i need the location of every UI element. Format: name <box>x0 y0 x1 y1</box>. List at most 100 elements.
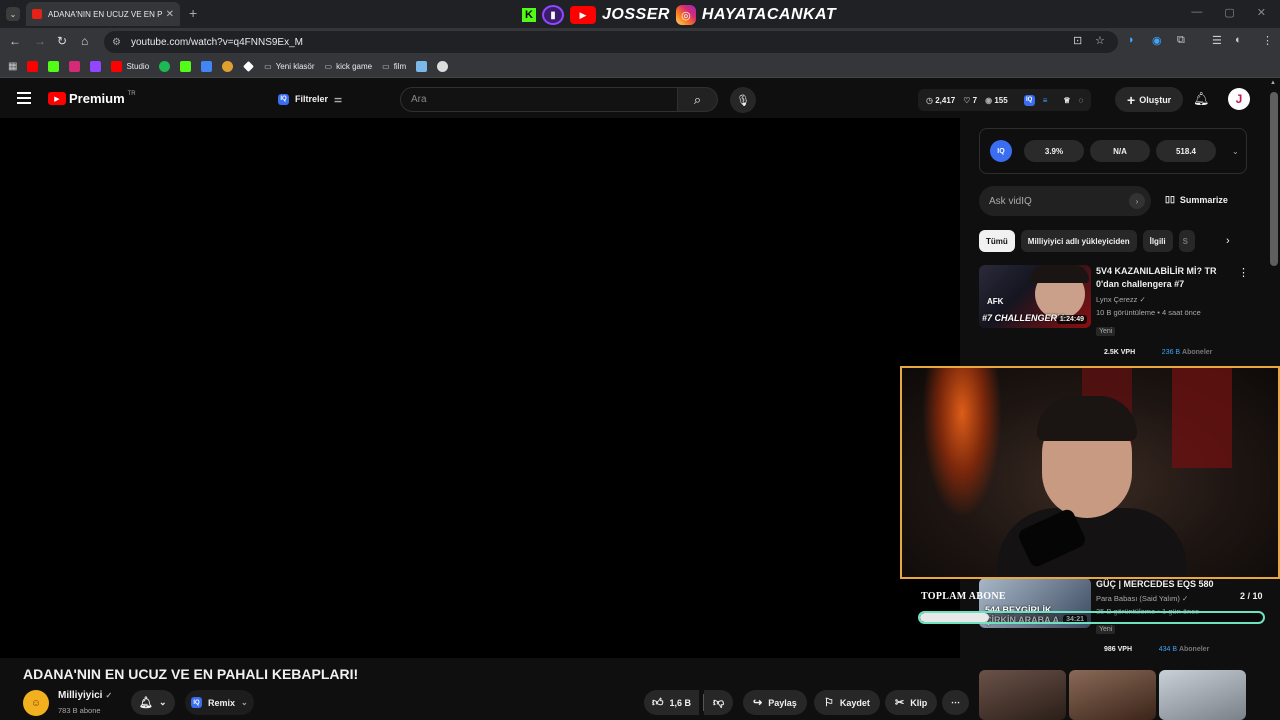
vidiq-badge[interactable]: IQ <box>990 140 1012 162</box>
chip-from-uploader[interactable]: Milliyiyici adlı yükleyiciden <box>1020 230 1137 252</box>
filters-button[interactable]: IQ Filtreler ⚌ <box>270 89 350 109</box>
list-icon[interactable]: ≡ <box>1043 96 1048 105</box>
bookmark-star-icon[interactable]: ☆ <box>1095 34 1105 47</box>
bookmark-steam[interactable] <box>437 61 449 72</box>
search-button[interactable]: ⌕ <box>678 87 718 112</box>
twitch-icon: ▮ <box>542 5 564 25</box>
dislike-button[interactable]: 👎︎ <box>704 690 734 715</box>
bookmark-folder-new[interactable]: ▭ Yeni klasör <box>264 62 314 71</box>
recommendation-title[interactable]: GÜÇ | MERCEDES EQS 580 <box>1096 578 1246 591</box>
channel-name-link[interactable]: Milliyiyici ✓ <box>58 690 112 701</box>
new-tab-button[interactable]: + <box>189 5 197 21</box>
back-icon[interactable]: ← <box>9 34 21 48</box>
trophy-icon[interactable]: ♕ <box>1063 96 1070 105</box>
close-tab-icon[interactable]: ✕ <box>166 9 174 20</box>
bookmark-edit[interactable] <box>201 61 213 72</box>
summarize-button[interactable]: ▯▯ Summarize <box>1165 194 1228 205</box>
bookmark-kick[interactable] <box>48 61 60 72</box>
bookmark-twitch[interactable] <box>90 61 102 72</box>
notification-toggle-button[interactable]: 🔔︎ ⌄ <box>131 690 175 715</box>
chip-related[interactable]: İlgili <box>1142 230 1173 252</box>
bookmark-studio[interactable]: Studio <box>111 61 149 72</box>
bell-icon: 🔔︎ <box>139 697 153 709</box>
youtube-premium-logo[interactable]: ▶ Premium TR <box>48 91 136 106</box>
like-button[interactable]: 👍︎ 1,6 B <box>644 690 700 715</box>
extension-wave-icon[interactable]: ◗ <box>1128 34 1135 46</box>
channel-avatar[interactable]: ☺ <box>23 690 49 716</box>
forward-icon[interactable]: → <box>34 34 46 48</box>
menu-hamburger-icon[interactable] <box>17 92 31 104</box>
vidiq-icon[interactable]: IQ <box>1023 94 1035 106</box>
clip-button[interactable]: ✂ Klip <box>885 690 938 715</box>
voice-search-button[interactable]: 🎙 <box>730 87 756 113</box>
related-thumbnail[interactable] <box>1069 670 1156 720</box>
kick-icon: K <box>522 8 536 22</box>
bookmark-ai[interactable] <box>222 61 234 72</box>
url-field[interactable]: ⚙ youtube.com/watch?v=q4FNNS9Ex_M <box>104 31 1118 53</box>
chip-more[interactable]: S <box>1178 230 1195 252</box>
chevron-right-icon[interactable]: › <box>1226 235 1230 247</box>
scroll-up-arrow-icon[interactable]: ▲ <box>1270 80 1276 86</box>
chevron-down-icon: ⌄ <box>158 697 167 707</box>
page-scrollbar-thumb[interactable] <box>1270 92 1278 266</box>
extension-shield-icon[interactable]: ◉ <box>1152 34 1162 47</box>
clock-icon: ◷ <box>926 95 933 105</box>
recommendation-title-line2[interactable]: 0'dan challengera #7 <box>1096 278 1228 291</box>
views-value: 2,417 <box>935 95 956 105</box>
create-button[interactable]: + Oluştur <box>1115 87 1184 112</box>
minimize-icon[interactable]: — <box>1191 6 1202 19</box>
more-actions-icon[interactable]: ⋮ <box>1238 266 1249 279</box>
bookmark-kick-2[interactable] <box>180 61 192 72</box>
share-icon: ↪ <box>753 697 763 709</box>
bookmark-spotify[interactable] <box>159 61 171 72</box>
ask-vidiq-field[interactable]: Ask vidIQ › <box>979 186 1151 216</box>
logo-region: TR <box>127 90 136 97</box>
close-window-icon[interactable]: ✕ <box>1257 6 1266 19</box>
profile-icon[interactable]: ◐ <box>1235 34 1242 46</box>
recommendation-title[interactable]: 5V4 KAZANILABİLİR Mİ? TR <box>1096 265 1228 278</box>
video-player[interactable] <box>0 118 960 658</box>
thumbnail-text: #7 CHALLENGER'A <box>982 313 1066 323</box>
bookmark-instagram[interactable] <box>69 61 81 72</box>
account-avatar[interactable]: J <box>1228 88 1250 110</box>
extensions-puzzle-icon[interactable]: ⧉ <box>1177 34 1185 47</box>
share-button[interactable]: ↪ Paylaş <box>743 690 807 715</box>
search-icon: ⌕ <box>693 91 702 107</box>
search-input[interactable] <box>411 94 677 105</box>
eye-icon: ◉ <box>985 95 993 105</box>
vph-stat: 986 VPH <box>1104 646 1133 653</box>
comment-icon[interactable]: ◌ <box>1079 96 1084 105</box>
vidiq-metric-3: 518.4 <box>1156 140 1216 162</box>
youtube-logo-icon: ▶ <box>48 92 66 105</box>
bookmark-diamond[interactable] <box>243 61 255 72</box>
notifications-bell-icon[interactable]: 🔔︎ <box>1193 91 1210 107</box>
home-icon[interactable]: ⌂ <box>81 34 88 48</box>
recommendation-channel[interactable]: Lynx Çerezz ✓ <box>1096 293 1228 306</box>
chevron-down-icon[interactable]: ⌄ <box>1232 147 1239 156</box>
chip-all[interactable]: Tümü <box>979 230 1015 252</box>
bookmark-image[interactable] <box>416 61 428 72</box>
recommendation-channel[interactable]: Para Babası (Said Yalım) ✓ <box>1096 592 1246 605</box>
related-thumbnail[interactable] <box>979 670 1066 720</box>
bookmark-youtube[interactable] <box>27 61 39 72</box>
bookmark-folder-film[interactable]: ▭ film <box>382 62 406 71</box>
apps-grid-icon[interactable]: ▦ <box>8 61 17 72</box>
related-thumbnail[interactable] <box>1159 670 1246 720</box>
site-info-icon[interactable]: ⚙ <box>112 37 121 48</box>
tab-search-icon[interactable]: ☰ <box>1212 34 1222 47</box>
save-button[interactable]: ⚐ Kaydet <box>814 690 880 715</box>
tab-search-button[interactable]: ⌄ <box>6 7 20 21</box>
bookmark-folder-kick-game[interactable]: ▭ kick game <box>325 62 373 71</box>
install-app-icon[interactable]: ⊡ <box>1073 34 1082 47</box>
thumbnail-hair <box>1031 265 1089 283</box>
maximize-icon[interactable]: ▢ <box>1224 6 1234 19</box>
youtube-header: ▶ Premium TR IQ Filtreler ⚌ ⌕ 🎙 ◷ 2,417 … <box>0 80 1268 118</box>
reload-icon[interactable]: ↻ <box>57 34 67 48</box>
arrow-right-icon[interactable]: › <box>1129 193 1145 209</box>
subscriber-label: Aboneler <box>1178 646 1210 653</box>
more-actions-button[interactable]: ⋯ <box>942 690 969 715</box>
browser-menu-icon[interactable]: ⋮ <box>1262 34 1273 47</box>
recommendation-thumbnail[interactable]: AFK #7 CHALLENGER'A 1:24:49 <box>979 265 1091 328</box>
browser-tab-active[interactable]: ADANA'NIN EN UCUZ VE EN P... ✕ <box>26 2 180 26</box>
remix-button[interactable]: IQ Remix ⌄ <box>185 690 254 715</box>
